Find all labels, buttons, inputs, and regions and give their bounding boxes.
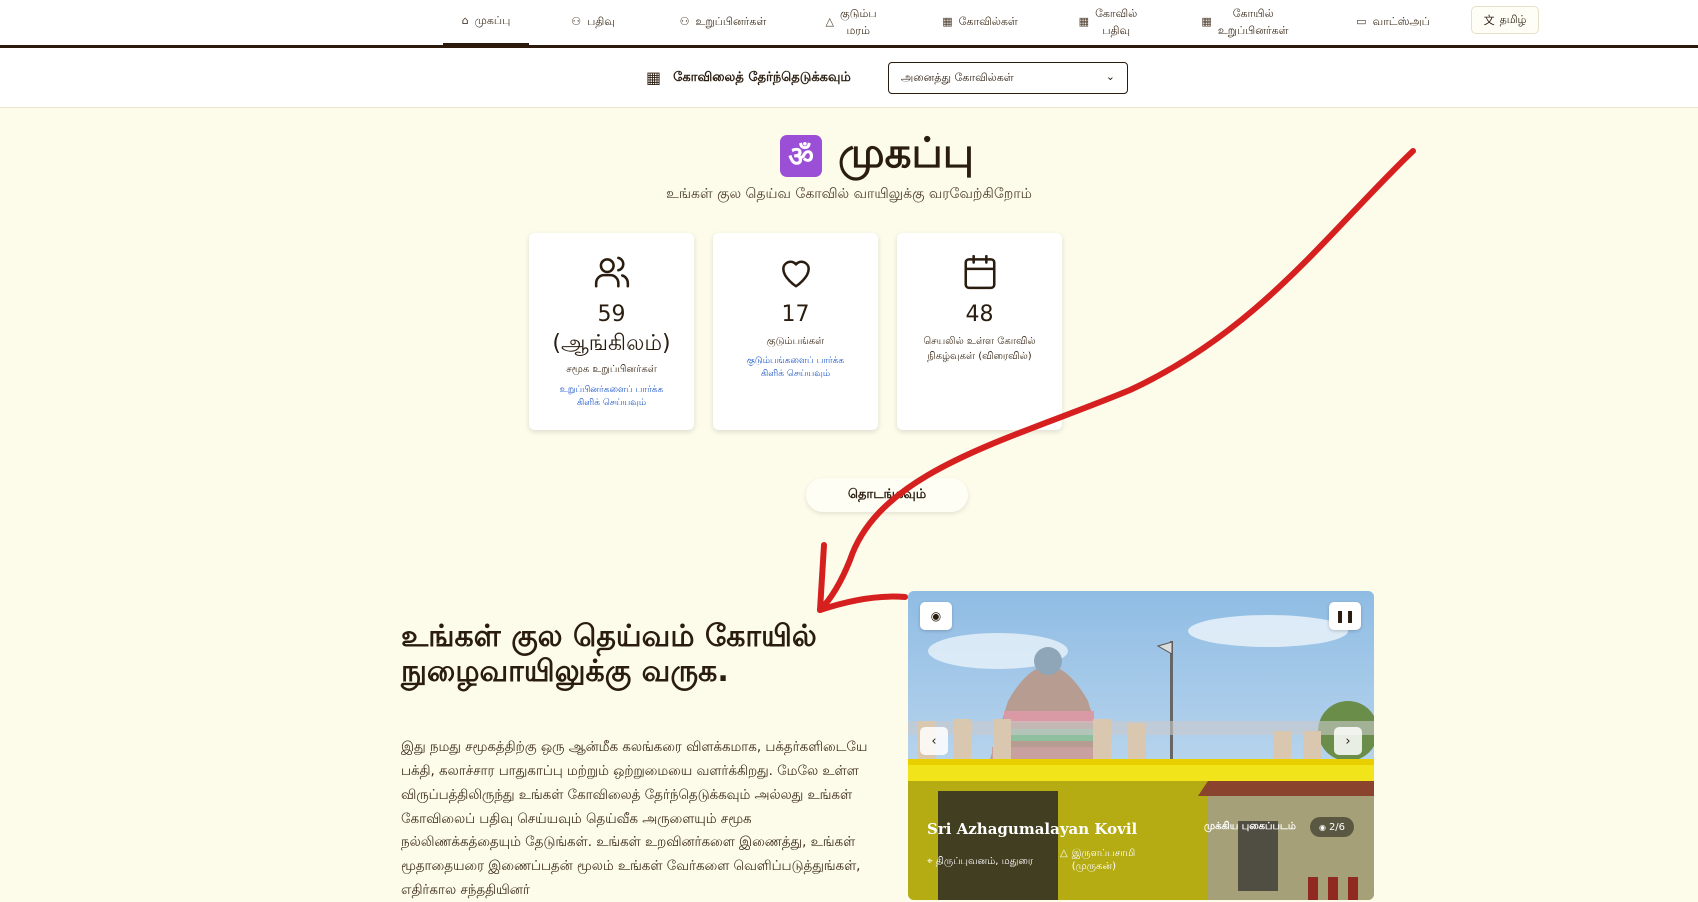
om-icon: ॐ xyxy=(780,134,822,177)
chevron-left-icon: ‹ xyxy=(931,733,937,749)
nav-item-label: முகப்பு xyxy=(474,14,511,28)
next-slide-button[interactable]: › xyxy=(1334,727,1362,755)
stat-link[interactable]: குடும்பங்களைப் பார்க்க கிளிக் செய்யவும் xyxy=(713,355,878,381)
nav-item-members[interactable]: ⚇ உறுப்பினர்கள் xyxy=(663,0,783,45)
deity-icon: △ xyxy=(1060,848,1068,859)
nav-item-label: கோவில்கள் xyxy=(958,15,1018,29)
nav-item-register[interactable]: ⚇ பதிவு xyxy=(556,0,630,45)
translate-icon: 文 xyxy=(1483,14,1495,27)
tree-icon: △ xyxy=(825,15,834,29)
nav-item-whatsapp[interactable]: ▭ வாட்ஸ்அப் xyxy=(1343,0,1443,45)
users-icon xyxy=(529,253,694,293)
carousel-location: ⌖ திருப்புவனம், மதுரை xyxy=(927,856,1033,868)
carousel-badge: முக்கிய புகைப்படம் xyxy=(1204,821,1296,832)
stat-label: குடும்பங்கள் xyxy=(766,335,825,347)
carousel-location-text: திருப்புவனம், மதுரை xyxy=(935,856,1034,867)
language-toggle[interactable]: 文 தமிழ் xyxy=(1471,6,1539,34)
page-title: ॐ முகப்பு xyxy=(780,128,974,183)
calendar-icon xyxy=(897,253,1062,293)
building-icon: ▦ xyxy=(1201,15,1212,29)
stat-card-families[interactable]: 17 குடும்பங்கள் குடும்பங்களைப் பார்க்க க… xyxy=(713,233,878,430)
nav-item-family-tree[interactable]: △ குடும்ப மரம் xyxy=(818,0,884,45)
nav-item-temple-members[interactable]: ▦ கோயில் உறுப்பினர்கள் xyxy=(1190,0,1300,45)
stat-number: 59 (ஆங்கிலம்) xyxy=(552,302,671,356)
nav-item-temple-register[interactable]: ▦ கோவில் பதிவு xyxy=(1068,0,1148,45)
temple-selector-bar: ▦ கோவிலைத் தேர்ந்தெடுக்கவும் அனைத்து கோவ… xyxy=(0,48,1698,108)
temple-select-value: அனைத்து கோவில்கள் xyxy=(901,71,1014,84)
home-icon: ⌂ xyxy=(461,14,469,28)
stat-card-members[interactable]: 59 (ஆங்கிலம்) சமூக உறுப்பினர்கள் உறுப்பி… xyxy=(529,233,694,430)
nav-item-label: கோவில் பதிவு xyxy=(1095,7,1138,37)
prev-slide-button[interactable]: ‹ xyxy=(920,727,948,755)
nav-item-home[interactable]: ⌂ முகப்பு xyxy=(443,0,529,45)
stat-label: செயலில் உள்ள கோவில் நிகழ்வுகள் (விரைவில்… xyxy=(923,335,1036,363)
stat-number: 48 xyxy=(965,302,994,327)
start-button[interactable]: தொடங்கவும் xyxy=(806,478,968,512)
carousel-title: Sri Azhagumalayan Kovil xyxy=(927,820,1138,838)
pause-icon: ❚❚ xyxy=(1334,609,1356,623)
carousel-deity: △ இருளப்பசாமி (முருகன்) xyxy=(1060,847,1135,873)
temple-select-label: ▦ கோவிலைத் தேர்ந்தெடுக்கவும் xyxy=(646,68,851,87)
page-subtitle: உங்கள் குல தெய்வ கோவில் வாயிலுக்கு வரவேற… xyxy=(666,186,1032,202)
users-icon: ⚇ xyxy=(679,15,690,29)
stat-card-events: 48 செயலில் உள்ள கோவில் நிகழ்வுகள் (விரைவ… xyxy=(897,233,1062,430)
stat-number: 17 xyxy=(781,302,810,327)
eye-icon: ◉ xyxy=(930,609,942,623)
pause-button[interactable]: ❚❚ xyxy=(1329,602,1361,630)
eye-icon: ◉ xyxy=(1318,822,1326,832)
temple-select[interactable]: அனைத்து கோவில்கள் ⌄ xyxy=(888,62,1128,94)
building-icon: ▦ xyxy=(942,15,953,29)
building-icon: ▦ xyxy=(1078,15,1090,29)
temple-select-label-text: கோவிலைத் தேர்ந்தெடுக்கவும் xyxy=(673,69,851,85)
top-nav: ⌂ முகப்பு ⚇ பதிவு ⚇ உறுப்பினர்கள் △ குடும்ப … xyxy=(0,0,1698,48)
temple-photo-carousel[interactable]: ◉ ❚❚ ‹ › Sri Azhagumalayan Kovil முக்கிய… xyxy=(908,591,1374,900)
page-title-text: முகப்பு xyxy=(838,128,975,177)
carousel-deity-text: இருளப்பசாமி (முருகன்) xyxy=(1071,848,1136,872)
heart-icon xyxy=(713,253,878,293)
carousel-count-text: 2/6 xyxy=(1328,821,1346,833)
user-plus-icon: ⚇ xyxy=(571,15,582,29)
welcome-paragraph: இது நமது சமூகத்திற்கு ஒரு ஆன்மீக கலங்கரை… xyxy=(401,740,868,899)
welcome-heading: உங்கள் குல தெய்வம் கோயில் நுழைவாயிலுக்கு… xyxy=(401,619,817,689)
chat-icon: ▭ xyxy=(1356,15,1367,29)
nav-item-label: உறுப்பினர்கள் xyxy=(695,15,767,29)
nav-item-temples[interactable]: ▦ கோவில்கள் xyxy=(930,0,1030,45)
location-pin-icon: ⌖ xyxy=(927,856,933,867)
language-label: தமிழ் xyxy=(1499,12,1527,26)
stat-link[interactable]: உறுப்பினர்களைப் பார்க்க கிளிக் செய்யவும் xyxy=(529,384,694,410)
nav-item-label: கோயில் உறுப்பினர்கள் xyxy=(1217,7,1289,37)
eye-button[interactable]: ◉ xyxy=(920,602,952,630)
chevron-right-icon: › xyxy=(1345,733,1351,749)
carousel-counter: ◉ 2/6 xyxy=(1310,817,1354,837)
nav-item-label: பதிவு xyxy=(587,15,615,29)
nav-item-label: குடும்ப மரம் xyxy=(839,7,877,37)
building-icon: ▦ xyxy=(646,68,662,87)
stat-label: சமூக உறுப்பினர்கள் xyxy=(566,364,657,376)
chevron-down-icon: ⌄ xyxy=(1105,70,1115,83)
temple-photo xyxy=(908,591,1374,900)
nav-item-label: வாட்ஸ்அப் xyxy=(1372,15,1430,29)
